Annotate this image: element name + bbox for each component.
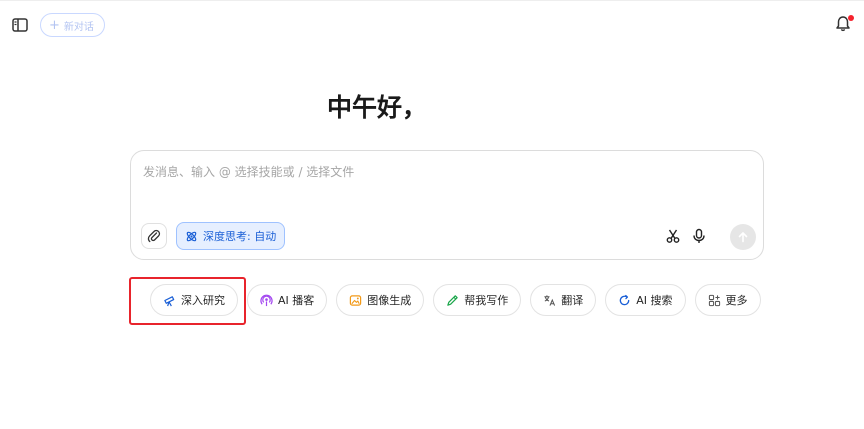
send-button[interactable] — [730, 224, 756, 250]
deep-think-toggle[interactable]: 深度思考: 自动 — [176, 222, 286, 250]
attach-button[interactable] — [141, 223, 167, 249]
skill-label: 翻译 — [561, 294, 584, 307]
pen-icon — [447, 294, 459, 306]
skill-ai-search-button[interactable]: AI 搜索 — [605, 284, 686, 316]
microphone-icon[interactable] — [691, 228, 707, 244]
skill-label: 帮我写作 — [464, 294, 509, 307]
plus-icon: + — [49, 17, 60, 33]
skill-label: 图像生成 — [367, 294, 412, 307]
arrow-up-icon — [738, 232, 748, 243]
scissors-icon[interactable] — [665, 228, 681, 244]
grid-plus-icon — [708, 294, 720, 306]
skill-label: 深入研究 — [181, 294, 225, 307]
skill-help-me-write-button[interactable]: 帮我写作 — [433, 284, 522, 316]
deep-think-label: 深度思考: 自动 — [203, 230, 277, 243]
skill-more-button[interactable]: 更多 — [694, 284, 761, 316]
skill-ai-podcast-button[interactable]: AI 播客 — [247, 284, 328, 316]
search-refresh-icon — [619, 294, 630, 305]
image-icon — [350, 294, 362, 306]
greeting-text: 中午好， — [326, 93, 427, 122]
top-bar: + 新对话 — [0, 0, 864, 49]
atom-icon — [186, 231, 197, 241]
skill-deep-research-button[interactable]: 深入研究 — [150, 284, 238, 316]
message-input-placeholder[interactable]: 发消息、输入 @ 选择技能或 / 选择文件 — [143, 163, 354, 180]
translate-icon — [544, 294, 556, 306]
podcast-icon — [260, 294, 273, 306]
message-input-box[interactable]: 发消息、输入 @ 选择技能或 / 选择文件 深度思考: 自动 — [130, 150, 764, 260]
skill-translate-button[interactable]: 翻译 — [530, 284, 597, 316]
notification-dot — [848, 15, 854, 21]
telescope-icon — [164, 295, 175, 306]
skill-buttons-row: 深入研究 AI 播客 图像生成 帮我写作 翻译 AI 搜索 更多 — [150, 284, 761, 316]
new-chat-label: 新对话 — [63, 21, 94, 33]
notification-bell-icon[interactable] — [835, 15, 854, 33]
skill-label: 更多 — [725, 294, 748, 307]
sidebar-toggle-icon[interactable] — [11, 16, 29, 34]
paperclip-icon — [147, 229, 161, 243]
skill-label: AI 播客 — [278, 294, 315, 307]
new-chat-button[interactable]: + 新对话 — [40, 13, 105, 37]
skill-image-generation-button[interactable]: 图像生成 — [336, 284, 425, 316]
skill-label: AI 搜索 — [636, 294, 673, 307]
